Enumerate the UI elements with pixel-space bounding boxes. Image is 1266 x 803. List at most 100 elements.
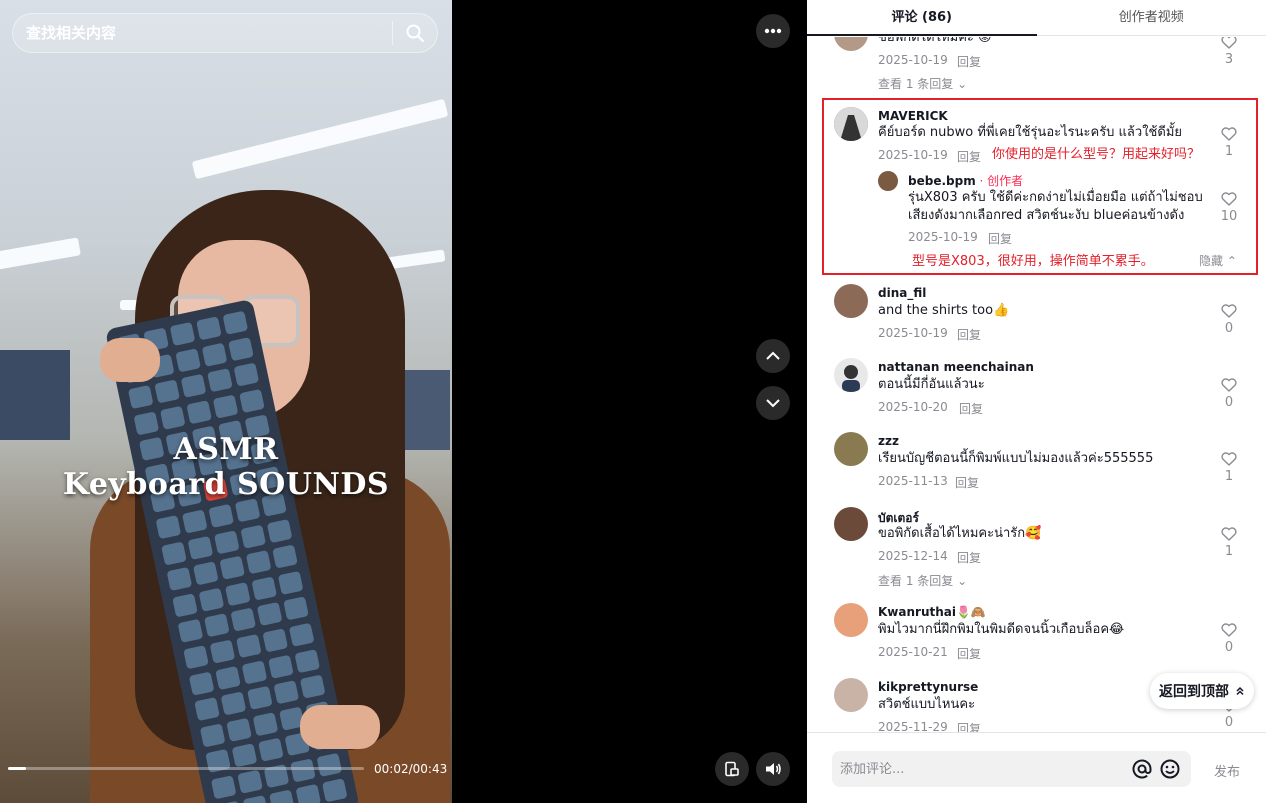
like-button[interactable]: 0 — [1217, 304, 1241, 336]
comment-username[interactable]: MAVERICK — [878, 109, 948, 123]
keycap — [220, 691, 247, 716]
keycap — [288, 622, 315, 647]
avatar[interactable] — [878, 171, 898, 191]
comment-box — [832, 751, 1191, 787]
keycap — [161, 541, 187, 566]
comment-username[interactable]: nattanan meenchainan — [878, 360, 1034, 374]
comment-date: 2025-12-14 — [878, 549, 948, 563]
like-count: 1 — [1224, 544, 1234, 559]
reply-username[interactable]: bebe.bpm · 创作者 — [908, 172, 1023, 189]
keycap — [262, 628, 289, 653]
keycap — [228, 336, 254, 361]
panel-tabs: 评论 (86) 创作者视频 — [807, 0, 1266, 36]
view-replies-button[interactable]: 查看 1 条回复 ⌄ — [878, 572, 967, 589]
keycap — [321, 778, 348, 803]
tab-creator-videos[interactable]: 创作者视频 — [1037, 0, 1266, 35]
avatar[interactable] — [834, 358, 868, 392]
like-button[interactable]: 3 — [1217, 37, 1241, 67]
heart-icon — [1221, 378, 1237, 392]
video-player[interactable]: ASMR Keyboard SOUNDS 00:02/00:43 — [0, 0, 452, 803]
at-icon — [1132, 759, 1152, 779]
view-replies-button[interactable]: 查看 1 条回复 ⌄ — [878, 75, 967, 92]
chevron-down-icon: ⌄ — [957, 574, 968, 588]
reply-button[interactable]: 回复 — [957, 549, 981, 566]
like-button[interactable]: 0 — [1217, 378, 1241, 410]
keycap — [188, 671, 215, 696]
back-to-top-button[interactable]: 返回到顶部 — [1150, 673, 1254, 709]
keycap — [222, 310, 249, 335]
like-count: 3 — [1224, 52, 1234, 67]
comment-date: 2025-10-20 — [878, 400, 948, 414]
like-count: 0 — [1224, 715, 1234, 730]
reply-text: รุ่นX803 ครับ ใช้ดีค่ะกดง่ายไม่เมื่อยมือ… — [908, 190, 1203, 223]
comment-username[interactable]: dina_fil — [878, 286, 926, 300]
creator-badge: · 创作者 — [975, 174, 1024, 188]
avatar[interactable] — [834, 603, 868, 637]
like-button[interactable]: 0 — [1217, 623, 1241, 655]
keycap — [199, 723, 226, 748]
keycap — [196, 316, 222, 341]
comment-username[interactable]: kikprettynurse — [878, 680, 978, 694]
avatar[interactable] — [834, 107, 868, 141]
more-options-button[interactable] — [756, 14, 790, 48]
hand — [300, 705, 380, 749]
comment-composer: 发布 — [807, 732, 1266, 803]
reply-button[interactable]: 回复 — [957, 720, 981, 732]
keycap — [267, 654, 294, 679]
next-video-button[interactable] — [756, 386, 790, 420]
ceiling-light — [191, 98, 449, 180]
comment-list[interactable]: ขอพิกัดได้ไหมคะ 😟 2025-10-19 回复 3 查看 1 条… — [807, 37, 1266, 732]
reply-button[interactable]: 回复 — [988, 230, 1012, 247]
reply-button[interactable]: 回复 — [957, 326, 981, 343]
hide-replies-label: 隐藏 — [1199, 254, 1224, 268]
keycap — [159, 405, 186, 430]
comment-text: สวิตช์แบบไหนคะ — [878, 697, 976, 712]
volume-button[interactable] — [756, 752, 790, 786]
previous-video-button[interactable] — [756, 339, 790, 373]
keycap — [258, 737, 284, 762]
publish-button[interactable]: 发布 — [1214, 761, 1240, 780]
heart-icon — [1221, 127, 1237, 141]
comment-username[interactable]: zzz — [878, 434, 899, 448]
keycap — [169, 321, 196, 347]
view-replies-label: 查看 1 条回复 — [878, 574, 954, 588]
mini-player-button[interactable] — [715, 752, 749, 786]
keycap — [273, 680, 300, 705]
reply-button[interactable]: 回复 — [959, 400, 983, 417]
emoji-button[interactable] — [1157, 756, 1183, 782]
ceiling-light — [0, 237, 81, 271]
keycap — [277, 570, 304, 595]
keycap — [208, 503, 235, 529]
like-count: 10 — [1220, 209, 1238, 224]
hide-replies-button[interactable]: 隐藏 ⌃ — [1199, 252, 1237, 269]
like-count: 1 — [1224, 144, 1234, 159]
avatar[interactable] — [834, 507, 868, 541]
comments-panel: 评论 (86) 创作者视频 ขอพิกัดได้ไหมคะ 😟 2025-10-… — [807, 0, 1266, 803]
tab-comments[interactable]: 评论 (86) — [807, 0, 1037, 36]
comment-input[interactable] — [832, 761, 1129, 777]
reply-button[interactable]: 回复 — [957, 148, 981, 165]
like-count: 0 — [1224, 321, 1234, 336]
keycap — [193, 561, 219, 586]
keycap — [155, 515, 182, 540]
search-button[interactable] — [393, 13, 437, 53]
comment-username[interactable]: Kwanruthai🌷🙈 — [878, 605, 986, 619]
keycap — [241, 659, 268, 685]
avatar[interactable] — [834, 432, 868, 466]
keycap — [180, 373, 207, 399]
keycap — [224, 581, 251, 607]
reply-button[interactable]: 回复 — [957, 53, 981, 70]
like-button[interactable]: 10 — [1217, 192, 1241, 224]
like-button[interactable]: 1 — [1217, 127, 1241, 159]
mention-button[interactable] — [1129, 756, 1155, 782]
reply-button[interactable]: 回复 — [957, 645, 981, 662]
like-button[interactable]: 1 — [1217, 452, 1241, 484]
avatar[interactable] — [834, 678, 868, 712]
like-button[interactable]: 1 — [1217, 527, 1241, 559]
reply-button[interactable]: 回复 — [955, 474, 979, 491]
avatar[interactable] — [834, 37, 868, 51]
search-input[interactable] — [13, 24, 392, 42]
video-progress-bar[interactable] — [8, 767, 364, 770]
reply-username-text: bebe.bpm — [908, 174, 976, 188]
avatar[interactable] — [834, 284, 868, 318]
